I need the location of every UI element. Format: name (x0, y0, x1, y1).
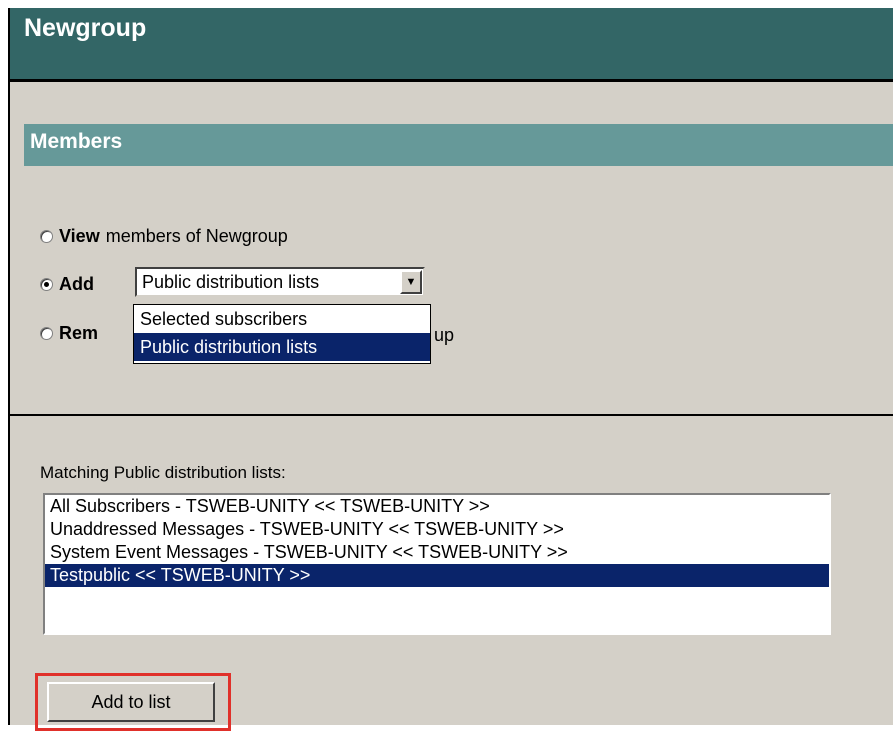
section-divider (10, 414, 893, 416)
matching-lists-label: Matching Public distribution lists: (40, 463, 286, 482)
list-item[interactable]: Unaddressed Messages - TSWEB-UNITY << TS… (45, 518, 829, 541)
list-item[interactable]: All Subscribers - TSWEB-UNITY << TSWEB-U… (45, 495, 829, 518)
add-type-select[interactable]: Public distribution lists ▼ (135, 267, 425, 297)
page-frame: Newgroup Members View members of Newgrou… (8, 8, 893, 731)
dropdown-option-public-distribution-lists[interactable]: Public distribution lists (134, 333, 430, 361)
view-option[interactable]: View members of Newgroup (40, 226, 288, 247)
add-type-select-value: Public distribution lists (142, 272, 320, 292)
matching-lists-listbox[interactable]: All Subscribers - TSWEB-UNITY << TSWEB-U… (43, 493, 831, 635)
remove-option[interactable]: Rem (40, 323, 98, 344)
add-to-list-button[interactable]: Add to list (47, 682, 215, 722)
add-type-dropdown[interactable]: Selected subscribers Public distribution… (133, 304, 431, 364)
section-header: Members (24, 124, 893, 166)
view-radio[interactable] (40, 230, 53, 243)
view-label-bold: View (59, 226, 100, 246)
list-item[interactable]: Testpublic << TSWEB-UNITY >> (45, 564, 829, 587)
list-item[interactable]: System Event Messages - TSWEB-UNITY << T… (45, 541, 829, 564)
view-label-rest: members of Newgroup (105, 226, 288, 246)
chevron-down-icon[interactable]: ▼ (400, 270, 422, 294)
remove-label: Rem (59, 323, 99, 343)
section-title: Members (30, 130, 123, 153)
page-title: Newgroup (24, 14, 147, 42)
add-option[interactable]: Add (40, 274, 94, 295)
remove-label-tail: up (434, 325, 455, 345)
title-bar: Newgroup (10, 8, 893, 82)
add-label: Add (59, 274, 94, 294)
remove-radio[interactable] (40, 327, 53, 340)
dropdown-option-selected-subscribers[interactable]: Selected subscribers (134, 305, 430, 333)
add-radio[interactable] (40, 278, 53, 291)
